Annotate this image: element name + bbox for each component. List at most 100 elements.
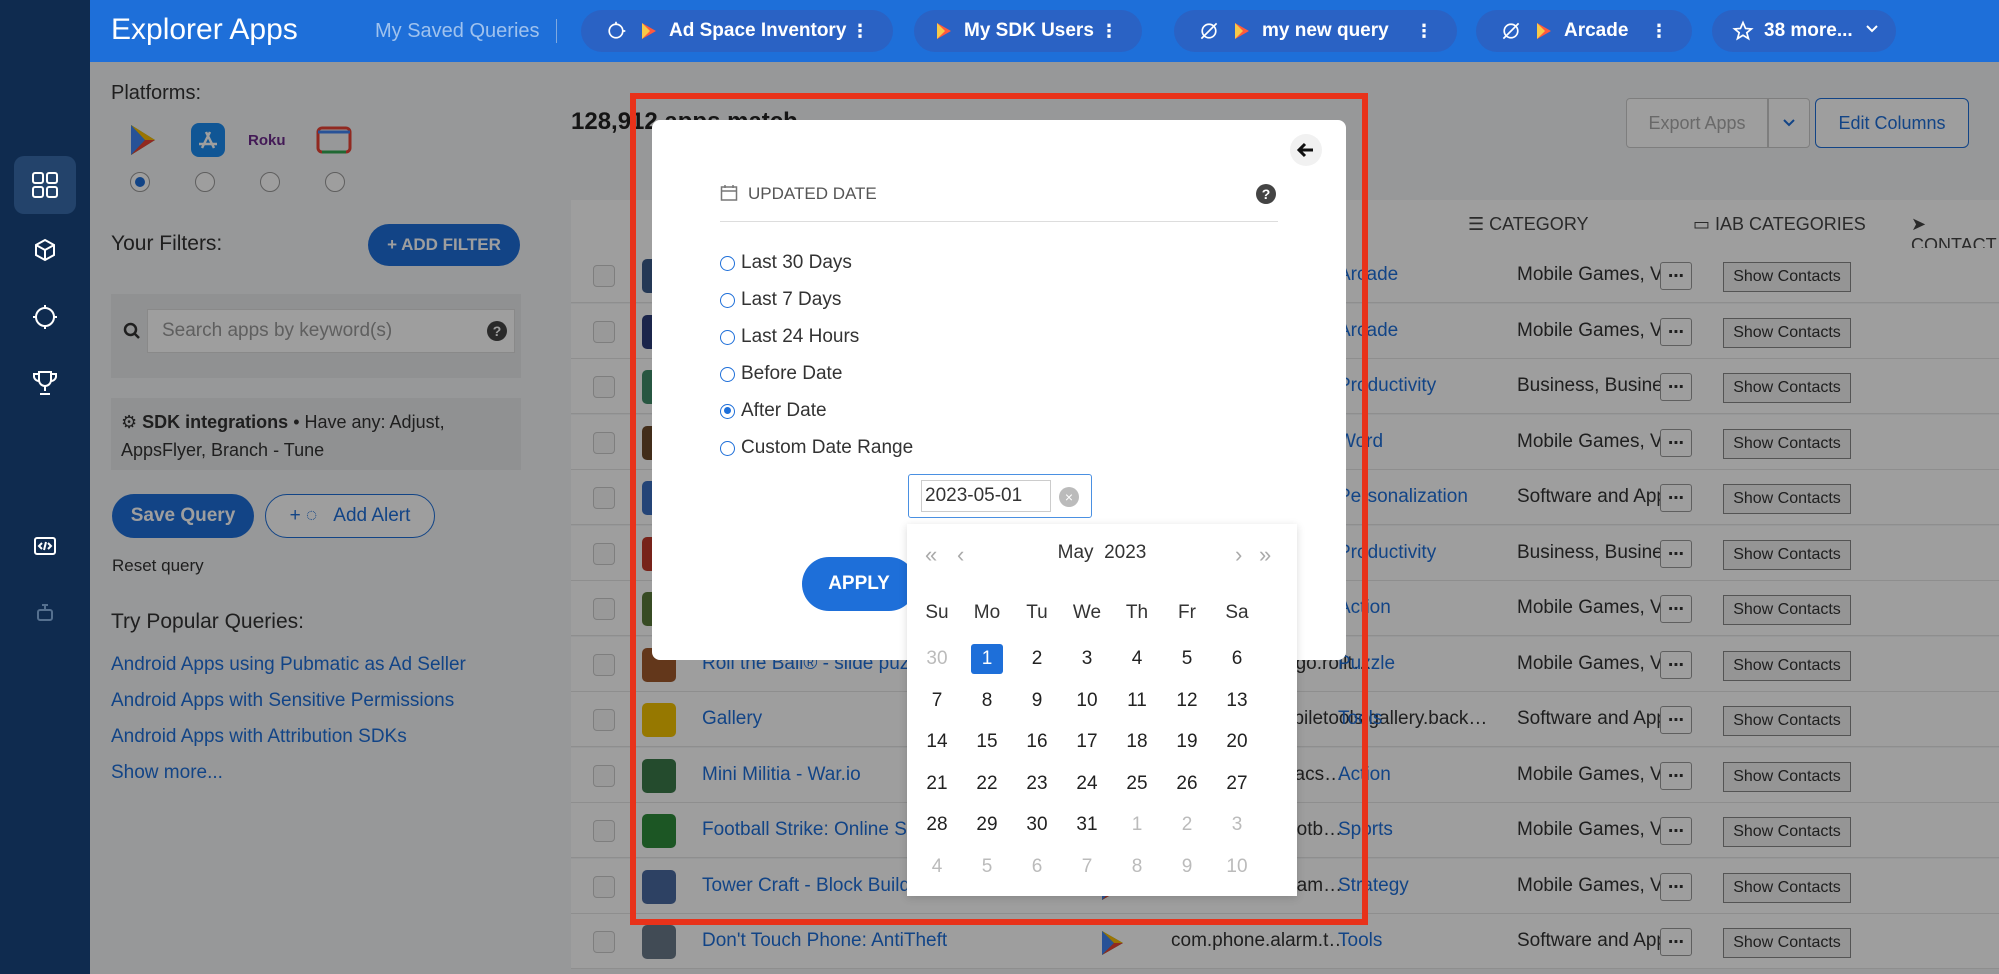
saved-query-ad-space-inventory[interactable]: Ad Space Inventory ⋮ [581, 10, 893, 52]
date-picker-field[interactable]: 2023-05-01 × [908, 474, 1092, 518]
calendar-day[interactable]: 28 [921, 810, 953, 840]
calendar-day[interactable]: 26 [1171, 769, 1203, 799]
saved-query-label: Ad Space Inventory [669, 20, 847, 41]
calendar-day[interactable]: 2 [1021, 644, 1053, 674]
calendar-day[interactable]: 9 [1171, 852, 1203, 882]
clear-icon[interactable]: × [1059, 487, 1079, 507]
date-option-label: Before Date [741, 363, 843, 384]
date-option-label: Custom Date Range [741, 437, 914, 458]
date-input[interactable]: 2023-05-01 [921, 480, 1051, 512]
more-vertical-icon[interactable]: ⋮ [1415, 21, 1433, 42]
saved-query-my-sdk-users[interactable]: My SDK Users ⋮ [914, 10, 1142, 52]
top-bar: Explorer Apps My Saved Queries Ad Space … [90, 0, 1999, 62]
back-arrow-icon[interactable] [1290, 134, 1322, 166]
calendar-day[interactable]: 19 [1171, 727, 1203, 757]
radio-icon [720, 440, 735, 456]
calendar-day[interactable]: 7 [921, 686, 953, 716]
rail-api-icon[interactable] [14, 518, 76, 576]
saved-query-my-new-query[interactable]: my new query ⋮ [1174, 10, 1457, 52]
sdk-icon [603, 18, 629, 44]
calendar-day[interactable]: 6 [1221, 644, 1253, 674]
more-queries-dropdown[interactable]: 38 more... [1712, 10, 1896, 52]
star-icon [1730, 18, 1756, 44]
next-year-icon[interactable]: » [1259, 542, 1271, 568]
rail-apps-icon[interactable] [14, 156, 76, 214]
saved-query-label: my new query [1262, 20, 1389, 41]
calendar-day[interactable]: 16 [1021, 727, 1053, 757]
radio-icon [720, 329, 735, 345]
date-option-radio[interactable]: Last 24 Hours [720, 324, 859, 350]
calendar-day[interactable]: 3 [1071, 644, 1103, 674]
calendar-day[interactable]: 15 [971, 727, 1003, 757]
calendar-day[interactable]: 8 [971, 686, 1003, 716]
date-option-radio[interactable]: Custom Date Range [720, 435, 913, 461]
calendar-day[interactable]: 13 [1221, 686, 1253, 716]
date-option-radio[interactable]: Before Date [720, 361, 842, 387]
calendar-day[interactable]: 17 [1071, 727, 1103, 757]
radio-icon [720, 255, 735, 271]
calendar-day[interactable]: 7 [1071, 852, 1103, 882]
weekday-label: Su [925, 602, 949, 623]
calendar-day[interactable]: 20 [1221, 727, 1253, 757]
more-queries-label: 38 more... [1764, 20, 1853, 41]
weekday-label: Th [1125, 602, 1149, 623]
calendar-day[interactable]: 24 [1071, 769, 1103, 799]
date-option-radio[interactable]: Last 30 Days [720, 250, 852, 276]
google-play-icon [1537, 23, 1551, 39]
calendar-day[interactable]: 5 [971, 852, 1003, 882]
rail-discover-icon[interactable] [14, 288, 76, 346]
rail-trophy-icon[interactable] [14, 354, 76, 412]
google-play-icon [937, 23, 951, 39]
weekday-label: Sa [1225, 602, 1249, 623]
date-option-label: Last 30 Days [741, 252, 852, 273]
calendar-day[interactable]: 8 [1121, 852, 1153, 882]
calendar-day[interactable]: 18 [1121, 727, 1153, 757]
calendar-day[interactable]: 29 [971, 810, 1003, 840]
calendar-day[interactable]: 27 [1221, 769, 1253, 799]
calendar-day[interactable]: 4 [1121, 644, 1153, 674]
calendar-day[interactable]: 12 [1171, 686, 1203, 716]
radio-icon [720, 292, 735, 308]
more-vertical-icon[interactable]: ⋮ [851, 21, 869, 42]
calendar-day[interactable]: 31 [1071, 810, 1103, 840]
calendar-day[interactable]: 30 [921, 644, 953, 674]
calendar-day[interactable]: 22 [971, 769, 1003, 799]
calendar-day[interactable]: 9 [1021, 686, 1053, 716]
calendar-popup: « ‹ May 2023 › » Su Mo Tu We Th Fr Sa 30 1 2 3 4 5 6 7… [907, 524, 1297, 896]
calendar-day[interactable]: 23 [1021, 769, 1053, 799]
saved-query-arcade[interactable]: Arcade ⋮ [1476, 10, 1692, 52]
calendar-day[interactable]: 2 [1171, 810, 1203, 840]
modal-title: UPDATED DATE [748, 184, 877, 203]
calendar-day[interactable]: 3 [1221, 810, 1253, 840]
calendar-day[interactable]: 21 [921, 769, 953, 799]
calendar-day[interactable]: 10 [1071, 686, 1103, 716]
saved-query-label: Arcade [1564, 20, 1629, 41]
weekday-label: We [1072, 602, 1102, 623]
calendar-day[interactable]: 30 [1021, 810, 1053, 840]
calendar-day[interactable]: 25 [1121, 769, 1153, 799]
calendar-day[interactable]: 10 [1221, 852, 1253, 882]
rail-sdk-icon[interactable] [14, 222, 76, 280]
date-option-radio[interactable]: After Date [720, 398, 827, 424]
divider [556, 19, 557, 43]
calendar-icon [720, 185, 738, 201]
google-play-icon [642, 23, 656, 39]
rail-robot-icon[interactable] [14, 584, 76, 642]
radio-icon [720, 366, 735, 382]
calendar-day[interactable]: 1 [1121, 810, 1153, 840]
apply-button[interactable]: APPLY [802, 557, 916, 611]
next-month-icon[interactable]: › [1235, 542, 1242, 568]
more-vertical-icon[interactable]: ⋮ [1650, 21, 1668, 42]
calendar-day[interactable]: 11 [1121, 686, 1153, 716]
weekday-label: Tu [1026, 602, 1048, 623]
date-option-radio[interactable]: Last 7 Days [720, 287, 841, 313]
more-vertical-icon[interactable]: ⋮ [1100, 21, 1118, 42]
calendar-day[interactable]: 5 [1171, 644, 1203, 674]
calendar-day[interactable]: 6 [1021, 852, 1053, 882]
calendar-day[interactable]: 4 [921, 852, 953, 882]
calendar-day[interactable]: 14 [921, 727, 953, 757]
help-icon[interactable]: ? [1256, 184, 1276, 204]
calendar-day[interactable]: 1 [971, 644, 1003, 674]
saved-queries-label[interactable]: My Saved Queries [375, 20, 540, 43]
modal-title-row: UPDATED DATE ? [720, 182, 1278, 222]
